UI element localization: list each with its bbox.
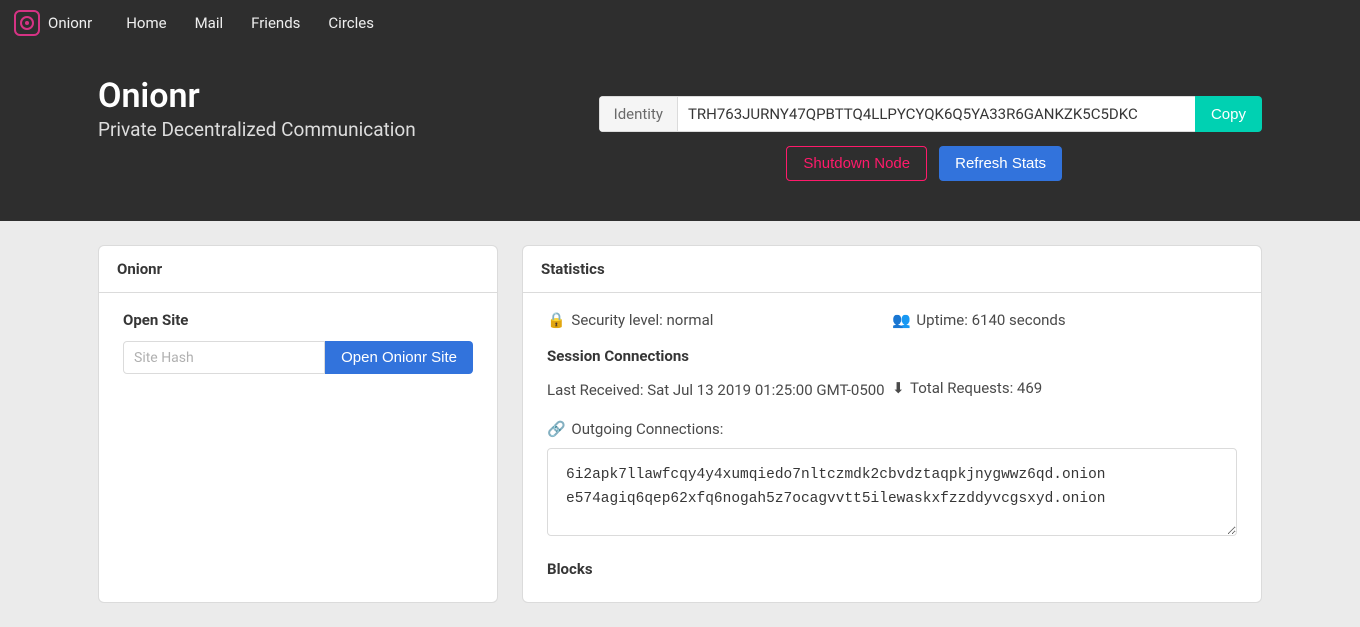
identity-group: Identity Copy bbox=[599, 96, 1262, 132]
page-subtitle: Private Decentralized Communication bbox=[98, 118, 416, 141]
session-connections-title: Session Connections bbox=[547, 347, 1237, 365]
security-text: Security level: normal bbox=[571, 311, 713, 329]
statistics-card: Statistics 🔒 Security level: normal 👥 Up… bbox=[522, 245, 1262, 603]
nav-link-friends[interactable]: Friends bbox=[241, 10, 310, 36]
action-buttons: Shutdown Node Refresh Stats bbox=[599, 146, 1262, 181]
connections-textarea[interactable] bbox=[547, 448, 1237, 536]
nav-link-home[interactable]: Home bbox=[116, 10, 176, 36]
onionr-card-body: Open Site Open Onionr Site bbox=[99, 293, 497, 392]
download-icon: ⬇ bbox=[892, 379, 905, 397]
shutdown-button[interactable]: Shutdown Node bbox=[786, 146, 927, 181]
open-site-group: Open Onionr Site bbox=[123, 341, 473, 374]
session-row: Last Received: Sat Jul 13 2019 01:25:00 … bbox=[547, 379, 1237, 402]
clock-icon: 👥 bbox=[892, 311, 911, 329]
security-level: 🔒 Security level: normal bbox=[547, 311, 892, 329]
blocks-title: Blocks bbox=[547, 560, 1237, 578]
total-requests-text: Total Requests: 469 bbox=[910, 379, 1042, 397]
onionr-card-header: Onionr bbox=[99, 246, 497, 293]
total-requests: ⬇ Total Requests: 469 bbox=[892, 379, 1237, 402]
last-received: Last Received: Sat Jul 13 2019 01:25:00 … bbox=[547, 379, 892, 402]
statistics-header: Statistics bbox=[523, 246, 1261, 293]
hero-left: Onionr Private Decentralized Communicati… bbox=[98, 76, 416, 141]
statistics-body: 🔒 Security level: normal 👥 Uptime: 6140 … bbox=[523, 293, 1261, 602]
navbar-logo[interactable] bbox=[14, 10, 40, 36]
copy-button[interactable]: Copy bbox=[1195, 96, 1262, 132]
hero: Onionr Private Decentralized Communicati… bbox=[0, 46, 1360, 221]
onion-icon bbox=[20, 16, 34, 30]
refresh-button[interactable]: Refresh Stats bbox=[939, 146, 1062, 181]
navbar: Onionr Home Mail Friends Circles bbox=[0, 0, 1360, 46]
link-icon: 🔗 bbox=[547, 420, 566, 438]
main-content: Onionr Open Site Open Onionr Site Statis… bbox=[0, 221, 1360, 627]
stats-top-row: 🔒 Security level: normal 👥 Uptime: 6140 … bbox=[547, 311, 1237, 329]
open-site-label: Open Site bbox=[123, 311, 473, 329]
open-site-button[interactable]: Open Onionr Site bbox=[325, 341, 473, 374]
outgoing-text: Outgoing Connections: bbox=[571, 420, 723, 438]
uptime: 👥 Uptime: 6140 seconds bbox=[892, 311, 1237, 329]
outgoing-connections-label: 🔗 Outgoing Connections: bbox=[547, 420, 1237, 438]
lock-icon: 🔒 bbox=[547, 311, 566, 329]
nav-link-circles[interactable]: Circles bbox=[318, 10, 384, 36]
onionr-card: Onionr Open Site Open Onionr Site bbox=[98, 245, 498, 603]
nav-link-mail[interactable]: Mail bbox=[185, 10, 234, 36]
identity-label: Identity bbox=[599, 96, 677, 132]
page-title: Onionr bbox=[98, 76, 416, 116]
identity-input[interactable] bbox=[677, 96, 1195, 132]
uptime-text: Uptime: 6140 seconds bbox=[916, 311, 1065, 329]
navbar-brand[interactable]: Onionr bbox=[48, 14, 92, 32]
site-hash-input[interactable] bbox=[123, 341, 325, 374]
hero-right: Identity Copy Shutdown Node Refresh Stat… bbox=[599, 76, 1262, 181]
